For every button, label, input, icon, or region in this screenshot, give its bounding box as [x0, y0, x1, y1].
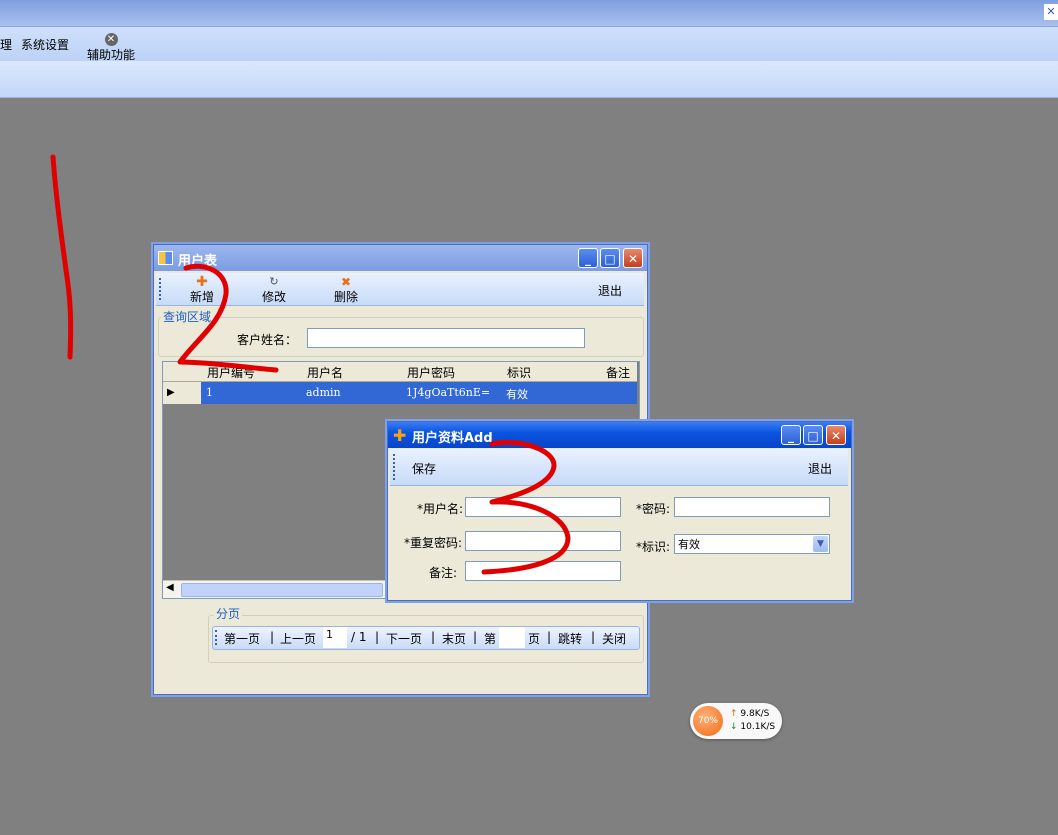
annotation-mark-1 — [50, 154, 74, 360]
annotation-mark-2 — [177, 263, 279, 373]
annotation-overlay — [50, 154, 571, 575]
annotation-mark-3 — [481, 439, 571, 575]
